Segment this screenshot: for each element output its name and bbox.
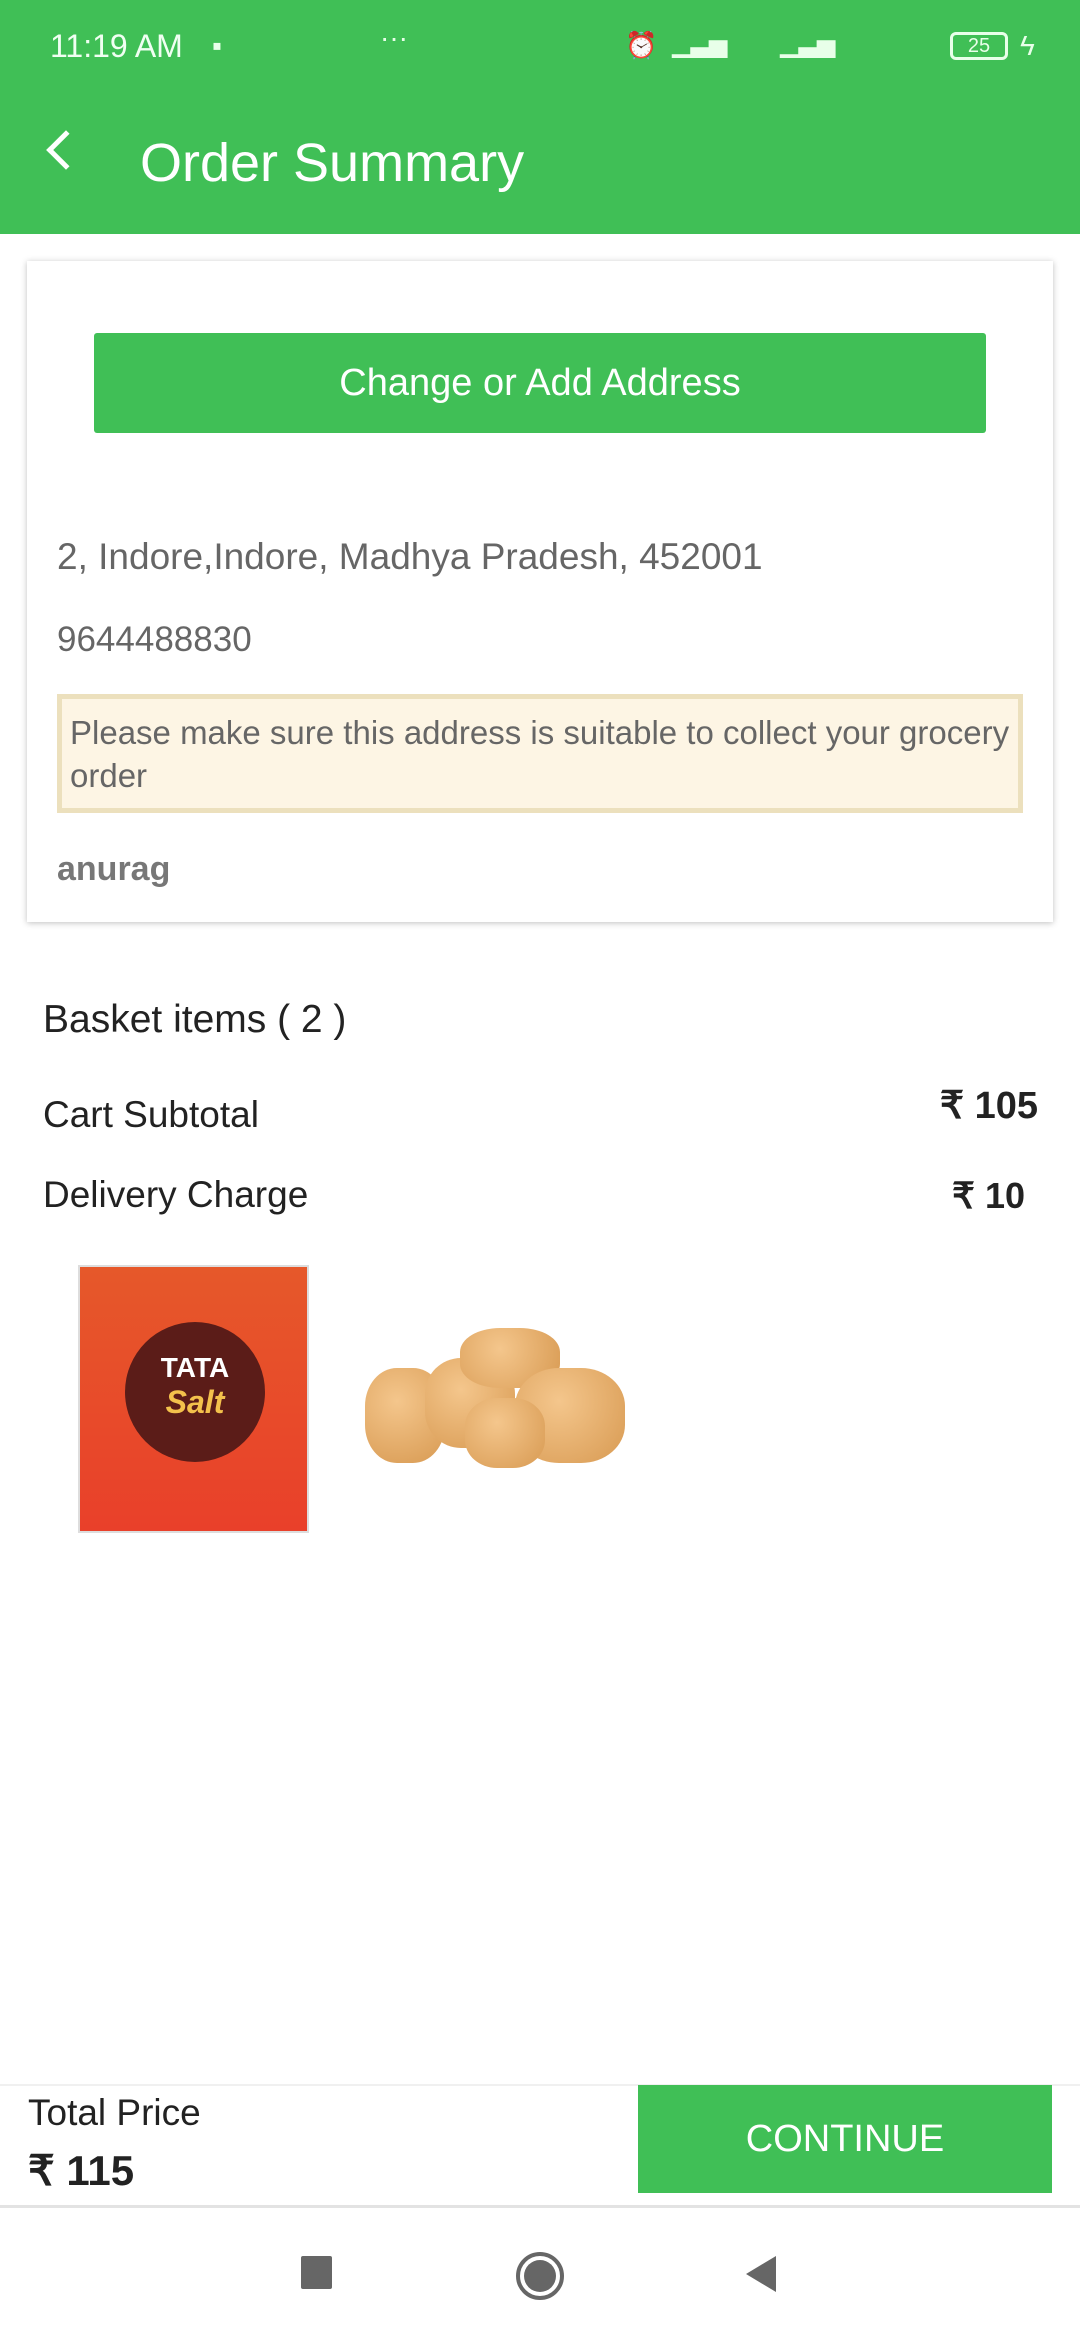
subtotal-value: ₹ 105 (939, 1085, 1038, 1127)
signal-icon: ▁▃▅ (672, 31, 728, 58)
alarm-icon: ⏰ (625, 30, 658, 60)
total-price-value: ₹ 115 (28, 2147, 135, 2194)
delivery-value: ₹ 10 (952, 1175, 1025, 1216)
delivery-address: 2, Indore,Indore, Madhya Pradesh, 452001 (57, 536, 763, 577)
signal-icon: ▁▃▅ (780, 31, 836, 58)
product-image-jaggery[interactable] (365, 1328, 627, 1470)
product-logo: TATA Salt (125, 1322, 265, 1462)
more-icon: ··· (380, 22, 408, 53)
nav-back-button[interactable] (746, 2256, 776, 2292)
customer-name: anurag (57, 850, 171, 888)
address-notice: Please make sure this address is suitabl… (57, 694, 1023, 813)
product-image-tata-salt[interactable]: TATA Salt (78, 1265, 309, 1533)
basket-title: Basket items ( 2 ) (43, 998, 347, 1041)
home-button[interactable] (516, 2252, 564, 2300)
charging-icon: ϟ (1020, 30, 1035, 61)
recents-button[interactable] (301, 2256, 332, 2289)
page-title: Order Summary (140, 133, 525, 193)
subtotal-label: Cart Subtotal (43, 1094, 259, 1135)
battery-icon: 25 (950, 32, 1008, 60)
status-time: 11:19 AM (50, 28, 183, 64)
total-price-label: Total Price (28, 2092, 201, 2133)
phone-number: 9644488830 (57, 620, 252, 659)
message-icon: ▪ (212, 30, 222, 61)
change-address-button[interactable]: Change or Add Address (94, 333, 986, 433)
delivery-label: Delivery Charge (43, 1174, 309, 1215)
continue-button[interactable]: CONTINUE (638, 2085, 1052, 2193)
